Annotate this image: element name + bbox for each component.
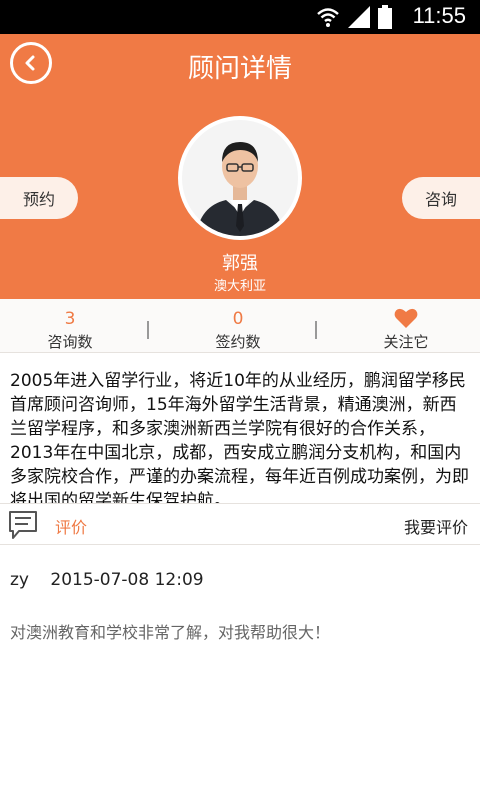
stat-contracts: 0 签约数: [168, 299, 308, 353]
advisor-profile: 预约 咨询 郭强 澳大利亚: [0, 96, 480, 299]
consultations-label: 咨询数: [47, 333, 93, 351]
stat-divider: [147, 321, 149, 339]
heart-icon: [394, 308, 418, 328]
follow-button[interactable]: 关注它: [336, 299, 476, 353]
contracts-count: 0: [232, 309, 244, 329]
contracts-label: 签约数: [215, 333, 261, 351]
comment-user: zy: [10, 570, 29, 590]
consult-button[interactable]: 咨询: [402, 177, 480, 219]
comments-tab[interactable]: 评价: [55, 514, 87, 538]
app-header: 顾问详情: [0, 34, 480, 96]
avatar-photo: [182, 120, 298, 236]
follow-label: 关注它: [383, 333, 429, 351]
page-title: 顾问详情: [187, 54, 292, 84]
wifi-icon: [317, 8, 339, 27]
comment-icon: [9, 511, 37, 539]
stat-divider: [315, 321, 317, 339]
battery-icon: [378, 5, 392, 29]
write-review-button[interactable]: 我要评价: [404, 514, 468, 538]
comments-bar: 评价 我要评价: [0, 503, 480, 545]
advisor-name: 郭强: [222, 253, 258, 274]
comment-header: zy 2015-07-08 12:09: [10, 570, 204, 590]
consultations-count: 3: [64, 309, 76, 329]
status-bar: 11:55: [0, 0, 480, 34]
comment-text: 对澳洲教育和学校非常了解，对我帮助很大！: [10, 623, 331, 642]
stat-consultations: 3 咨询数: [0, 299, 140, 353]
advisor-description: 2005年进入留学行业，将近10年的从业经历，鹏润留学移民首席顾问咨询师，15年…: [10, 371, 469, 511]
avatar: [178, 116, 302, 240]
status-icons: [316, 5, 392, 29]
stats-row: 3 咨询数 0 签约数 关注它: [0, 299, 480, 353]
comment-time: 2015-07-08 12:09: [50, 570, 204, 590]
status-time: 11:55: [412, 3, 466, 28]
signal-icon: [348, 6, 370, 28]
advisor-country: 澳大利亚: [213, 279, 266, 294]
appointment-button[interactable]: 预约: [0, 177, 78, 219]
